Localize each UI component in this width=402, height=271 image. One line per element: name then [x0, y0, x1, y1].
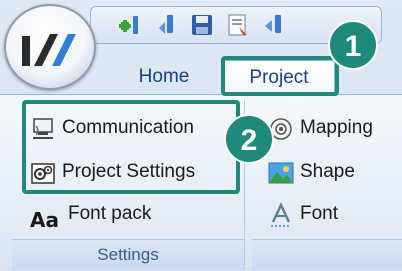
print-preview-icon[interactable]	[225, 12, 251, 38]
app-logo-icon	[22, 34, 76, 66]
project-tab-highlight	[221, 56, 339, 96]
settings-highlight	[22, 100, 240, 194]
app-orb-button[interactable]	[4, 4, 96, 90]
shape-label: Shape	[300, 161, 355, 182]
font-label: Font	[300, 203, 339, 224]
tab-home[interactable]: Home	[118, 60, 210, 94]
import-icon[interactable]	[153, 12, 179, 38]
export-icon[interactable]	[261, 12, 287, 38]
font-pack-label: Font pack	[68, 203, 152, 224]
mapping-label: Mapping	[300, 117, 373, 138]
settings-group-label: Settings	[12, 239, 244, 270]
shape-icon	[268, 160, 294, 186]
callout-badge-1: 1	[328, 20, 378, 70]
callout-badge-2: 2	[224, 114, 274, 164]
font-pack-icon: Aa	[30, 208, 59, 232]
save-icon[interactable]	[189, 12, 215, 38]
resources-group-label	[252, 239, 402, 270]
app-window: Home Project Settings Communication Proj…	[0, 0, 402, 271]
add-icon[interactable]	[117, 12, 143, 38]
font-icon	[268, 202, 294, 228]
